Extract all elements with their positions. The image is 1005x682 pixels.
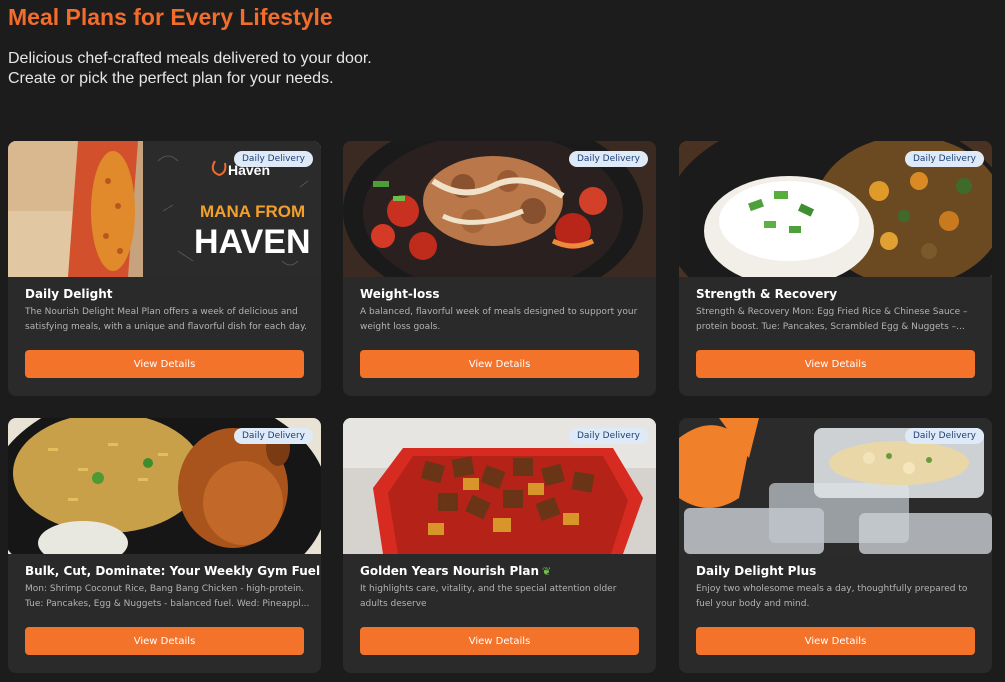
delivery-badge: Daily Delivery: [569, 151, 648, 167]
meal-plan-image: Daily Delivery: [343, 141, 656, 277]
card-title: Bulk, Cut, Dominate: Your Weekly Gym Fue…: [25, 564, 321, 578]
view-details-button[interactable]: View Details: [25, 627, 304, 655]
delivery-badge: Daily Delivery: [905, 428, 984, 444]
view-details-button[interactable]: View Details: [360, 350, 639, 378]
view-details-button[interactable]: View Details: [696, 627, 975, 655]
delivery-badge: Daily Delivery: [905, 151, 984, 167]
card-description: Strength & Recovery Mon: Egg Fried Rice …: [696, 307, 968, 332]
card-title: Strength & Recovery: [696, 287, 838, 301]
meal-plan-card-daily-delight-plus[interactable]: Daily Delivery Daily Delight Plus Enjoy …: [679, 418, 992, 673]
card-description: A balanced, flavorful week of meals desi…: [360, 307, 638, 332]
meal-plan-image: Daily Delivery: [679, 141, 992, 277]
card-description: Mon: Shrimp Coconut Rice, Bang Bang Chic…: [25, 584, 310, 609]
card-description: Enjoy two wholesome meals a day, thought…: [696, 584, 968, 609]
card-description: The Nourish Delight Meal Plan offers a w…: [25, 307, 307, 332]
meal-plan-card-golden-years[interactable]: Daily Delivery Golden Years Nourish Plan…: [343, 418, 656, 673]
meal-plan-image: Haven MANA FROM HAVEN Daily Delivery: [8, 141, 321, 277]
card-description: It highlights care, vitality, and the sp…: [360, 584, 617, 609]
meal-plan-card-gym-fuel[interactable]: Daily Delivery Bulk, Cut, Dominate: Your…: [8, 418, 321, 673]
meal-plan-card-strength-recovery[interactable]: Daily Delivery Strength & Recovery Stren…: [679, 141, 992, 396]
meal-plan-image: Daily Delivery: [679, 418, 992, 554]
card-title: Golden Years Nourish Plan: [360, 564, 539, 578]
view-details-button[interactable]: View Details: [696, 350, 975, 378]
delivery-badge: Daily Delivery: [569, 428, 648, 444]
card-title-wrapper: Golden Years Nourish Plan ❦: [360, 564, 551, 578]
delivery-badge: Daily Delivery: [234, 151, 313, 167]
meal-plan-card-weight-loss[interactable]: Daily Delivery Weight-loss A balanced, f…: [343, 141, 656, 396]
view-details-button[interactable]: View Details: [25, 350, 304, 378]
meal-plan-image: Daily Delivery: [343, 418, 656, 554]
image-headline-text: MANA FROM: [200, 202, 305, 221]
meal-plan-image: Daily Delivery: [8, 418, 321, 554]
card-title: Daily Delight Plus: [696, 564, 817, 578]
meal-plan-card-daily-delight[interactable]: Haven MANA FROM HAVEN Daily Delivery Dai…: [8, 141, 321, 396]
card-title: Daily Delight: [25, 287, 113, 301]
page-title: Meal Plans for Every Lifestyle: [8, 4, 333, 30]
page-subtitle: Delicious chef-crafted meals delivered t…: [8, 50, 372, 87]
leaf-icon: ❦: [542, 565, 552, 578]
image-brand-text: HAVEN: [194, 223, 311, 261]
card-title: Weight-loss: [360, 287, 440, 301]
delivery-badge: Daily Delivery: [234, 428, 313, 444]
view-details-button[interactable]: View Details: [360, 627, 639, 655]
